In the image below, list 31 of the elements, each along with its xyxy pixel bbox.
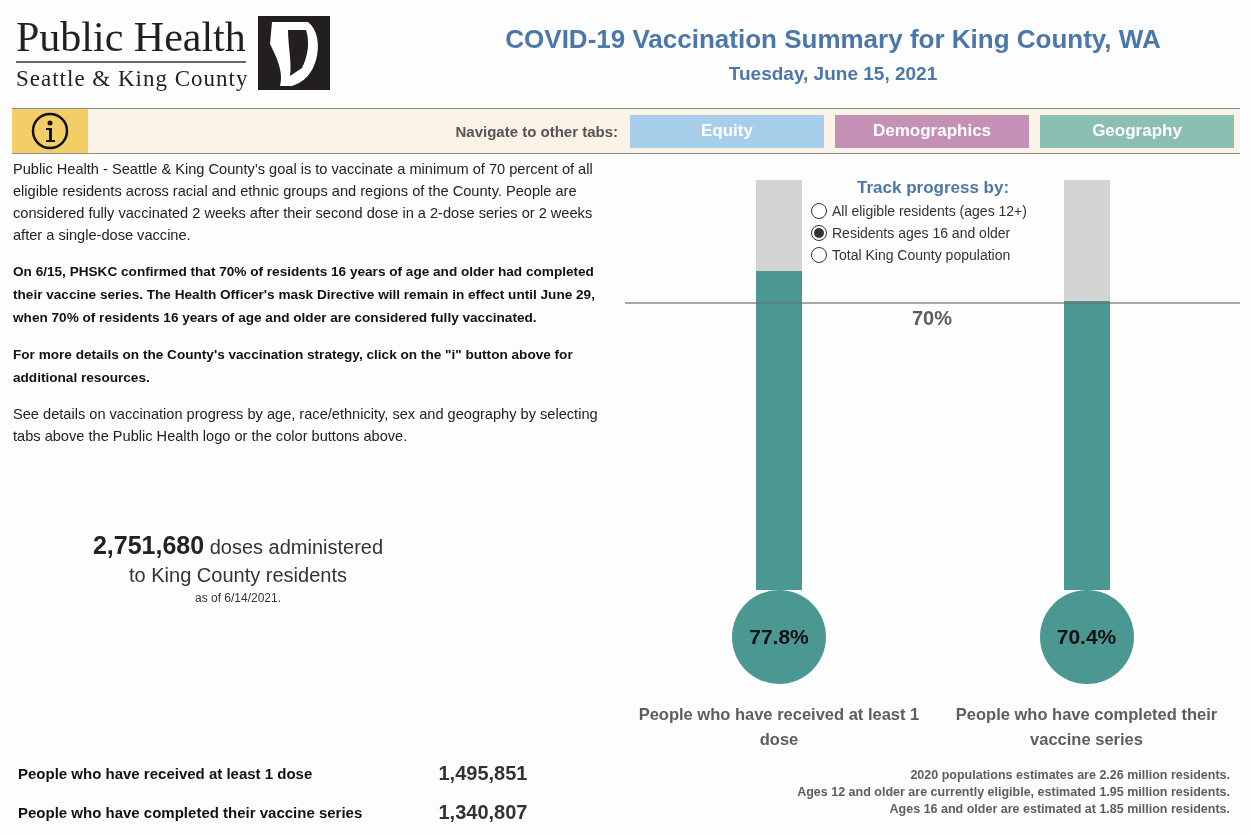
logo-title: Public Health bbox=[16, 14, 246, 63]
info-paragraph: See details on vaccination progress by age, race/ethnicity, sex and geography by selecting tabs above the Public Health logo or the color buttons above. bbox=[13, 405, 599, 446]
tracker-title: Track progress by: bbox=[857, 178, 1010, 198]
footnote: Ages 16 and older are estimated at 1.85 million residents. bbox=[889, 802, 1230, 816]
percent-reading: 77.8% bbox=[732, 590, 826, 684]
page-title: COVID-19 Vaccination Summary for King County, WA bbox=[505, 23, 1161, 55]
nav-label: Navigate to other tabs: bbox=[455, 122, 618, 140]
gauge-caption: People who have completed their vaccine series bbox=[954, 704, 1219, 750]
logo-subtitle: Seattle & King County bbox=[16, 65, 249, 92]
doses-subtitle: to King County residents bbox=[129, 564, 347, 587]
radio-option[interactable]: All eligible residents (ages 12+) bbox=[811, 200, 1027, 222]
info-button[interactable] bbox=[12, 109, 88, 153]
stat-value: 1,495,851 bbox=[437, 762, 529, 785]
as-of-date: as of 6/14/2021. bbox=[194, 591, 282, 605]
stat-value: 1,340,807 bbox=[437, 801, 529, 824]
report-date: Tuesday, June 15, 2021 bbox=[728, 62, 938, 85]
percent-reading: 70.4% bbox=[1039, 590, 1134, 684]
info-paragraph: Public Health - Seattle & King County’s goal is to vaccinate a minimum of 70 percent of all eligible residents across racial and ethnic groups and regions of the County. People are considered fully vaccinated 2 weeks after their second dose in a 2-dose series or 2 weeks after a single-dose vaccine. bbox=[13, 160, 594, 245]
stat-label: People who have completed their vaccine series bbox=[18, 802, 364, 823]
radio-option[interactable]: Residents ages 16 and older bbox=[811, 222, 1011, 244]
stat-label: People who have received at least 1 dose bbox=[18, 763, 314, 784]
doses-total: 2,751,680 doses administered bbox=[92, 531, 384, 560]
logo-icon bbox=[258, 16, 331, 90]
target-label: 70% bbox=[912, 307, 953, 330]
info-icon bbox=[31, 112, 69, 150]
footnote: 2020 populations estimates are 2.26 million residents. bbox=[910, 768, 1230, 782]
radio-option[interactable]: Total King County population bbox=[811, 244, 1011, 266]
footnote: Ages 12 and older are currently eligible, estimated 1.95 million residents. bbox=[797, 785, 1230, 799]
gauge-caption: People who have received at least 1 dose bbox=[637, 704, 921, 750]
info-paragraph: On 6/15, PHSKC confirmed that 70% of residents 16 years of age and older had completed their vaccine series. The Health Officer's mask Directive will remain in effect until June 29, when 70% of residents 16 years of age and older are considered fully vaccinated. bbox=[13, 263, 596, 327]
info-paragraph: For more details on the County's vaccination strategy, click on the "i" button above for additional resources. bbox=[13, 346, 574, 387]
